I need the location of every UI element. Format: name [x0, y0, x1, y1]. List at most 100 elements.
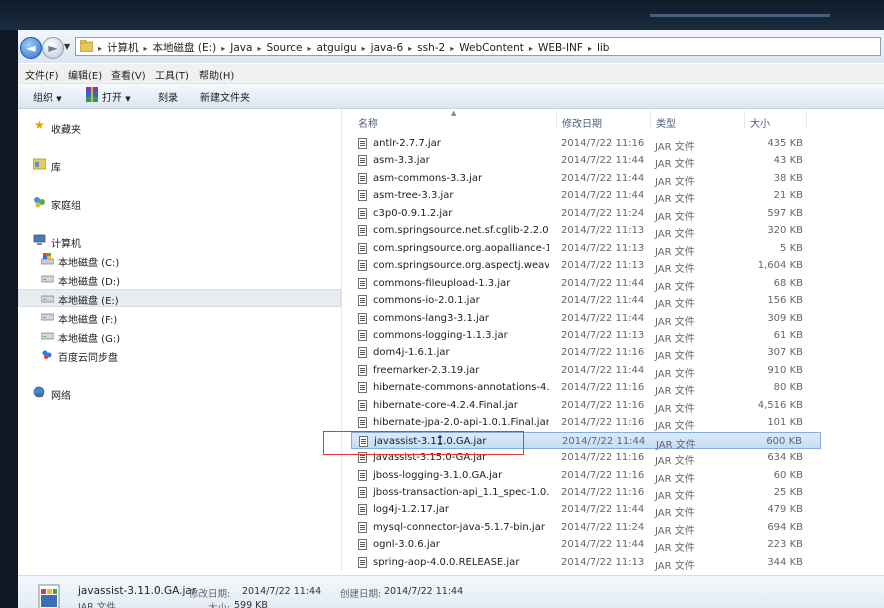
jar-file-icon	[358, 190, 367, 202]
column-divider[interactable]	[556, 111, 557, 129]
column-divider[interactable]	[806, 111, 807, 129]
column-date[interactable]: 修改日期	[562, 115, 602, 130]
column-divider[interactable]	[650, 111, 651, 129]
file-row[interactable]: hibernate-jpa-2.0-api-1.0.1.Final.jar 201…	[351, 414, 821, 432]
file-row[interactable]: spring-aop-4.0.0.RELEASE.jar 2014/7/22 11…	[351, 554, 821, 572]
forward-button[interactable]: ►	[42, 37, 64, 59]
nav-drive-g[interactable]: 本地磁盘 (G:)	[18, 327, 341, 345]
file-row[interactable]: commons-fileupload-1.3.jar 2014/7/22 11:4…	[351, 275, 821, 293]
nav-computer[interactable]: 计算机	[18, 232, 341, 250]
new-folder-button[interactable]: 新建文件夹	[200, 89, 250, 104]
pane-splitter[interactable]	[341, 109, 342, 571]
column-size[interactable]: 大小	[750, 115, 770, 130]
menu-file[interactable]: 文件(F)	[25, 67, 59, 82]
file-row[interactable]: com.springsource.org.aspectj.weaver.... 2…	[351, 257, 821, 275]
breadcrumb-item[interactable]: 计算机	[107, 42, 139, 54]
file-row[interactable]: jboss-transaction-api_1.1_spec-1.0.1....…	[351, 484, 821, 502]
nav-network[interactable]: 网络	[18, 384, 341, 402]
column-divider[interactable]	[744, 111, 745, 129]
open-button[interactable]: 打开 ▼	[102, 89, 131, 104]
organize-button[interactable]: 组织 ▼	[33, 89, 62, 104]
column-name[interactable]: 名称	[358, 115, 378, 130]
nav-favorites[interactable]: ★ 收藏夹	[18, 118, 341, 136]
file-name: hibernate-jpa-2.0-api-1.0.1.Final.jar	[373, 417, 549, 429]
file-row[interactable]: com.springsource.net.sf.cglib-2.2.0.jar 2…	[351, 222, 821, 240]
file-date: 2014/7/22 11:44	[562, 435, 646, 447]
address-bar-row: ◄ ► ▼ ▸ 计算机 ▸ 本地磁盘 (E:) ▸ Java ▸ Source ▸ atguigu…	[18, 30, 884, 63]
breadcrumb-item[interactable]: Source	[266, 42, 302, 54]
nav-drive-d[interactable]: 本地磁盘 (D:)	[18, 270, 341, 288]
file-name: log4j-1.2.17.jar	[373, 504, 449, 516]
file-row[interactable]: dom4j-1.6.1.jar 2014/7/22 11:16 JAR 文件 307 …	[351, 344, 821, 362]
breadcrumb-item[interactable]: java-6	[371, 42, 403, 54]
breadcrumb-item[interactable]: WEB-INF	[538, 42, 583, 54]
file-type: JAR 文件	[655, 491, 695, 502]
breadcrumb-item[interactable]: atguigu	[317, 42, 357, 54]
nav-drive-f[interactable]: 本地磁盘 (F:)	[18, 308, 341, 326]
file-row[interactable]: asm-commons-3.3.jar 2014/7/22 11:44 JAR 文件…	[351, 170, 821, 188]
file-size: 68 KB	[773, 277, 803, 289]
recent-pages-dropdown[interactable]: ▼	[64, 42, 70, 51]
menu-edit[interactable]: 编辑(E)	[68, 67, 102, 82]
file-date: 2014/7/22 11:44	[561, 172, 645, 184]
file-row[interactable]: asm-tree-3.3.jar 2014/7/22 11:44 JAR 文件 21 …	[351, 187, 821, 205]
nav-drive-c[interactable]: 本地磁盘 (C:)	[18, 251, 341, 269]
open-label: 打开	[102, 93, 122, 104]
breadcrumb-separator-icon[interactable]: ▸	[362, 44, 366, 53]
file-row[interactable]: jboss-logging-3.1.0.GA.jar 2014/7/22 11:1…	[351, 467, 821, 485]
file-size: 307 KB	[767, 347, 803, 359]
chevron-down-icon: ▼	[125, 95, 131, 103]
file-name: dom4j-1.6.1.jar	[373, 347, 450, 359]
nav-favorites-label: 收藏夹	[51, 125, 81, 136]
breadcrumb-item[interactable]: 本地磁盘 (E:)	[153, 42, 217, 54]
file-name: mysql-connector-java-5.1.7-bin.jar	[373, 521, 545, 533]
nav-drive-e[interactable]: 本地磁盘 (E:)	[18, 289, 341, 307]
nav-libraries[interactable]: 库	[18, 156, 341, 174]
file-row[interactable]: hibernate-core-4.2.4.Final.jar 2014/7/22 …	[351, 397, 821, 415]
breadcrumb-item[interactable]: WebContent	[459, 42, 524, 54]
file-row[interactable]: freemarker-2.3.19.jar 2014/7/22 11:44 JAR …	[351, 362, 821, 380]
file-size: 600 KB	[766, 435, 802, 447]
breadcrumb-item[interactable]: Java	[230, 42, 252, 54]
jar-file-icon	[358, 329, 367, 341]
breadcrumb-separator-icon[interactable]: ▸	[408, 44, 412, 53]
burn-button[interactable]: 刻录	[158, 89, 178, 104]
file-name: c3p0-0.9.1.2.jar	[373, 207, 453, 219]
menu-tools[interactable]: 工具(T)	[155, 67, 189, 82]
breadcrumb-separator-icon[interactable]: ▸	[221, 44, 225, 53]
file-size: 309 KB	[767, 312, 803, 324]
breadcrumb-separator-icon[interactable]: ▸	[257, 44, 261, 53]
nav-homegroup[interactable]: 家庭组	[18, 194, 341, 212]
breadcrumb-separator-icon[interactable]: ▸	[308, 44, 312, 53]
menu-help[interactable]: 帮助(H)	[199, 67, 234, 82]
command-bar: 组织 ▼ 打开 ▼ 刻录 新建文件夹	[18, 84, 884, 109]
file-row[interactable]: asm-3.3.jar 2014/7/22 11:44 JAR 文件 43 KB	[351, 152, 821, 170]
breadcrumb-separator-icon[interactable]: ▸	[144, 44, 148, 53]
breadcrumb-separator-icon[interactable]: ▸	[529, 44, 533, 53]
breadcrumb-item[interactable]: ssh-2	[417, 42, 445, 54]
nav-baidu-sync[interactable]: 百度云同步盘	[18, 346, 341, 364]
file-row[interactable]: hibernate-commons-annotations-4.0.... 201…	[351, 379, 821, 397]
breadcrumb-item[interactable]: lib	[597, 42, 610, 54]
column-type[interactable]: 类型	[656, 115, 676, 130]
file-name: freemarker-2.3.19.jar	[373, 364, 480, 376]
file-row[interactable]: commons-lang3-3.1.jar 2014/7/22 11:44 JAR …	[351, 310, 821, 328]
back-button[interactable]: ◄	[20, 37, 42, 59]
file-row[interactable]: commons-logging-1.1.3.jar 2014/7/22 11:13…	[351, 327, 821, 345]
file-row[interactable]: antlr-2.7.7.jar 2014/7/22 11:16 JAR 文件 435 …	[351, 135, 821, 153]
drive-icon	[41, 313, 54, 321]
file-row[interactable]: ognl-3.0.6.jar 2014/7/22 11:44 JAR 文件 223 K…	[351, 536, 821, 554]
file-row[interactable]: log4j-1.2.17.jar 2014/7/22 11:44 JAR 文件 479…	[351, 501, 821, 519]
file-row[interactable]: c3p0-0.9.1.2.jar 2014/7/22 11:24 JAR 文件 597…	[351, 205, 821, 223]
menu-view[interactable]: 查看(V)	[111, 67, 146, 82]
breadcrumb-separator-icon[interactable]: ▸	[450, 44, 454, 53]
file-row[interactable]: mysql-connector-java-5.1.7-bin.jar 2014/7…	[351, 519, 821, 537]
address-box[interactable]: ▸ 计算机 ▸ 本地磁盘 (E:) ▸ Java ▸ Source ▸ atguigu ▸ java-…	[75, 37, 881, 56]
file-size: 156 KB	[767, 295, 803, 307]
file-row[interactable]: commons-io-2.0.1.jar 2014/7/22 11:44 JAR 文…	[351, 292, 821, 310]
breadcrumb-separator-icon[interactable]: ▸	[98, 44, 102, 53]
drive-icon	[41, 275, 54, 283]
file-size: 43 KB	[773, 155, 803, 167]
breadcrumb-separator-icon[interactable]: ▸	[588, 44, 592, 53]
file-row[interactable]: com.springsource.org.aopalliance-1.... 20…	[351, 240, 821, 258]
